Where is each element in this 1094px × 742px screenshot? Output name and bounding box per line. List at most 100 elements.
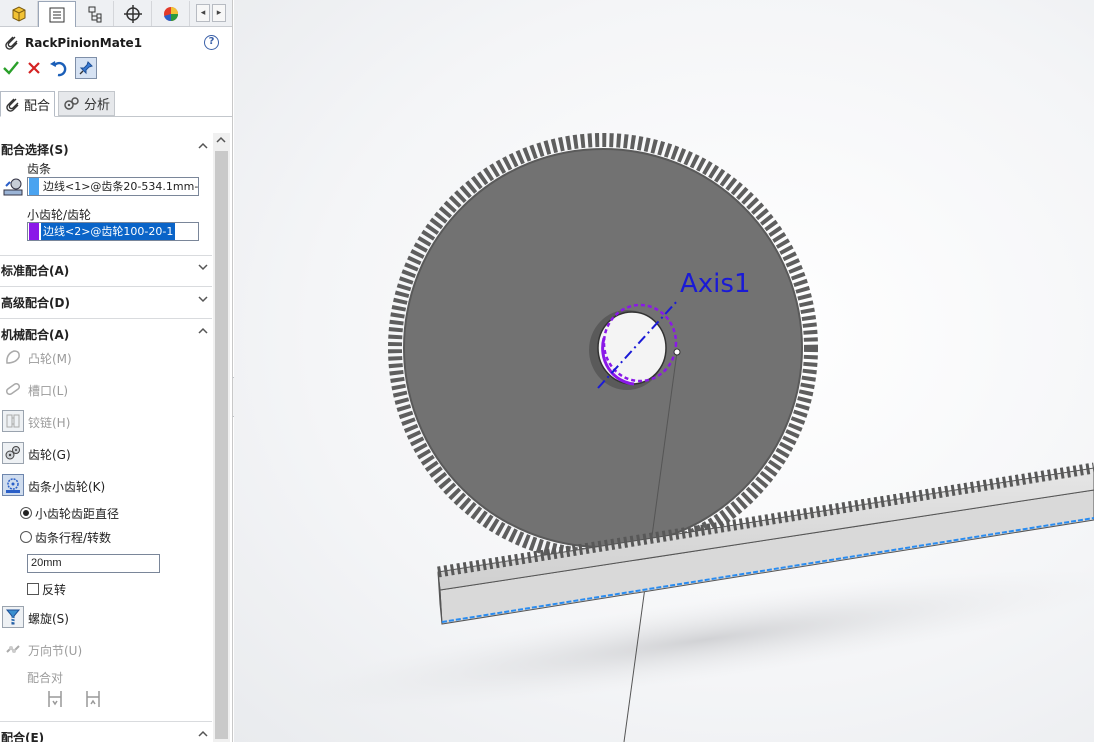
rack-color-swatch bbox=[29, 178, 39, 195]
pinion-color-swatch bbox=[29, 223, 39, 240]
propertymanager-tab[interactable] bbox=[38, 1, 76, 27]
displaymanager-tab[interactable] bbox=[152, 1, 190, 26]
section-mechanical-mates-label: 机械配合(A) bbox=[1, 328, 70, 342]
close-x-icon bbox=[28, 62, 40, 74]
hinge-mate-option[interactable]: 铰链(H) bbox=[0, 410, 212, 432]
universal-joint-icon bbox=[2, 638, 24, 660]
chevron-down-icon bbox=[198, 264, 208, 271]
action-buttons bbox=[0, 57, 232, 83]
property-manager-header: RackPinionMate1 ? bbox=[0, 30, 232, 54]
section-mate-selections-label: 配合选择(S) bbox=[1, 143, 69, 157]
paperclip-icon bbox=[6, 98, 19, 112]
radio-rack-travel-label: 齿条行程/转数 bbox=[35, 530, 112, 545]
divider bbox=[0, 721, 212, 722]
tab-mates-label: 配合 bbox=[24, 98, 51, 114]
pitch-diameter-input[interactable]: 20mm bbox=[27, 554, 160, 573]
reverse-label: 反转 bbox=[42, 582, 67, 597]
featuremanager-tab[interactable] bbox=[0, 1, 38, 26]
pushpin-icon bbox=[79, 61, 93, 75]
rack-label: 齿条 bbox=[27, 162, 52, 176]
radio-button bbox=[20, 531, 32, 543]
graphics-area[interactable]: Axis1 bbox=[234, 0, 1094, 742]
rack-selection-field[interactable]: 边线<1>@齿条20-534.1mm-1 bbox=[27, 177, 199, 196]
hinge-label: 铰链(H) bbox=[28, 416, 71, 430]
hinge-icon bbox=[2, 410, 24, 432]
analysis-gears-icon bbox=[64, 96, 79, 110]
universal-joint-option[interactable]: 万向节(U) bbox=[0, 638, 212, 660]
pinion-label: 小齿轮/齿轮 bbox=[27, 208, 92, 222]
divider bbox=[0, 318, 212, 319]
manager-tab-bar: ◂ ▸ bbox=[0, 0, 232, 27]
rack-pinion-mate-option[interactable]: 齿条小齿轮(K) bbox=[0, 474, 212, 496]
axis-label: Axis1 bbox=[680, 269, 750, 299]
ok-button[interactable] bbox=[0, 57, 22, 79]
keep-visible-pushpin-button[interactable] bbox=[75, 57, 97, 79]
section-mates[interactable]: 配合(E) bbox=[0, 725, 212, 742]
configurationmanager-tab[interactable] bbox=[76, 1, 114, 26]
undo-arrow-icon bbox=[50, 61, 67, 77]
mate-analysis-tabs: 配合 分析 bbox=[0, 91, 232, 117]
section-mates-label: 配合(E) bbox=[1, 731, 45, 742]
undo-button[interactable] bbox=[48, 57, 70, 79]
screw-mate-option[interactable]: 螺旋(S) bbox=[0, 606, 212, 628]
page-title: RackPinionMate1 bbox=[25, 36, 143, 50]
scroll-up-arrow-icon[interactable] bbox=[216, 135, 226, 145]
chevron-up-icon bbox=[198, 142, 208, 149]
section-mechanical-mates[interactable]: 机械配合(A) bbox=[0, 322, 212, 344]
cam-mate-option[interactable]: 凸轮(M) bbox=[0, 346, 212, 368]
divider bbox=[0, 286, 212, 287]
property-manager-content: 配合选择(S) 齿条 边线<1>@齿条20-534.1mm-1 小齿轮/齿轮 边… bbox=[0, 133, 212, 742]
rack-pinion-selection-icon bbox=[3, 178, 23, 196]
help-icon[interactable]: ? bbox=[204, 35, 219, 50]
rack-pinion-icon bbox=[2, 474, 24, 496]
panel-scrollbar[interactable] bbox=[213, 133, 230, 742]
radio-rack-travel-per-rev[interactable]: 齿条行程/转数 bbox=[20, 528, 111, 546]
slot-mate-option[interactable]: 槽口(L) bbox=[0, 378, 212, 400]
property-manager-panel: ◂ ▸ RackPinionMate1 ? 配合 分析 配合选择(S) 齿条 边… bbox=[0, 0, 233, 742]
section-standard-mates-label: 标准配合(A) bbox=[1, 264, 70, 278]
universal-joint-label: 万向节(U) bbox=[28, 644, 83, 658]
screw-icon bbox=[2, 606, 24, 628]
mate-align-icon[interactable] bbox=[44, 688, 66, 710]
edge-pick-point bbox=[673, 348, 681, 356]
slot-label: 槽口(L) bbox=[28, 384, 69, 398]
divider bbox=[0, 255, 212, 256]
rack-pinion-label: 齿条小齿轮(K) bbox=[28, 480, 106, 494]
config-tree-icon bbox=[88, 6, 101, 22]
part-cube-icon bbox=[12, 5, 25, 22]
property-list-icon bbox=[49, 7, 65, 22]
tab-scroll-right-button[interactable]: ▸ bbox=[212, 4, 226, 22]
gear-icon bbox=[2, 442, 24, 464]
tab-analysis-label: 分析 bbox=[84, 98, 111, 113]
cancel-button[interactable] bbox=[23, 57, 45, 79]
gear-label: 齿轮(G) bbox=[28, 448, 71, 462]
checkmark-icon bbox=[3, 61, 19, 75]
cam-label: 凸轮(M) bbox=[28, 352, 72, 366]
section-advanced-mates[interactable]: 高级配合(D) bbox=[0, 290, 212, 312]
rack-selection-value: 边线<1>@齿条20-534.1mm-1 bbox=[43, 180, 199, 193]
tab-analysis[interactable]: 分析 bbox=[58, 91, 116, 116]
cam-icon bbox=[2, 346, 24, 368]
slot-icon bbox=[2, 378, 24, 400]
radio-pinion-pitch-diameter[interactable]: 小齿轮齿距直径 bbox=[20, 504, 119, 522]
reverse-checkbox[interactable]: 反转 bbox=[27, 580, 66, 598]
section-standard-mates[interactable]: 标准配合(A) bbox=[0, 258, 212, 280]
tab-mates[interactable]: 配合 bbox=[0, 91, 56, 117]
paperclip-mate-icon bbox=[5, 36, 18, 50]
pinion-selection-field[interactable]: 边线<2>@齿轮100-20-1 bbox=[27, 222, 199, 241]
scrollbar-thumb[interactable] bbox=[215, 151, 228, 739]
chevron-down-icon bbox=[198, 296, 208, 303]
dimxpert-tab[interactable] bbox=[114, 1, 152, 26]
chevron-up-icon bbox=[198, 730, 208, 737]
radio-button bbox=[20, 507, 32, 519]
appearance-pie-icon bbox=[163, 6, 178, 21]
gear-mate-option[interactable]: 齿轮(G) bbox=[0, 442, 212, 464]
mate-anti-align-icon[interactable] bbox=[82, 688, 104, 710]
chevron-up-icon bbox=[198, 327, 208, 334]
radio-pinion-pitch-label: 小齿轮齿距直径 bbox=[35, 506, 120, 521]
section-advanced-mates-label: 高级配合(D) bbox=[1, 296, 70, 310]
model-view: Axis1 bbox=[288, 133, 1094, 742]
pinion-selection-value: 边线<2>@齿轮100-20-1 bbox=[41, 223, 176, 240]
tab-scroll-left-button[interactable]: ◂ bbox=[196, 4, 210, 22]
section-mate-selections[interactable]: 配合选择(S) bbox=[0, 137, 212, 159]
